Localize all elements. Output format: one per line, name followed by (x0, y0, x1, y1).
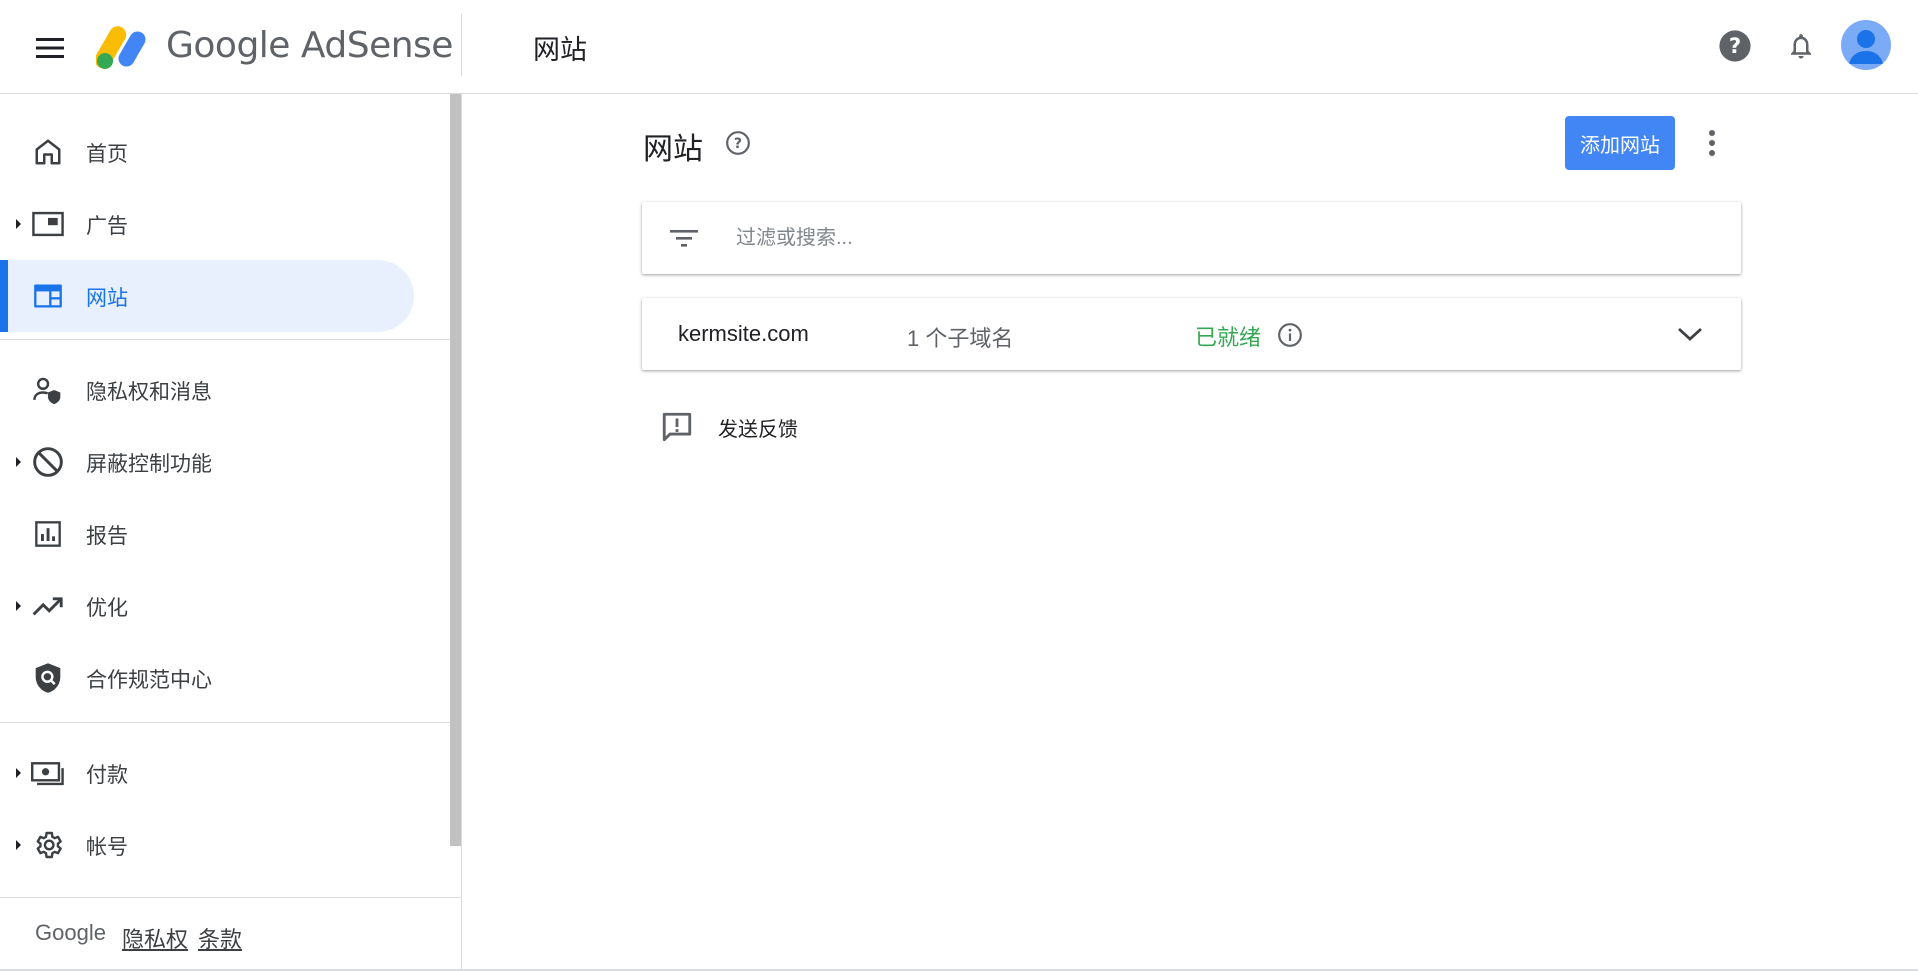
reports-icon (30, 516, 66, 552)
sidebar-item-ads[interactable]: 广告 (0, 188, 414, 260)
sidebar-item-label: 合作规范中心 (86, 669, 212, 692)
footer-google-logo: Google (35, 920, 106, 945)
sites-icon (30, 278, 66, 314)
svg-text:?: ? (1729, 34, 1741, 59)
sidebar-item-payments[interactable]: 付款 (0, 737, 414, 809)
site-domain: kermsite.com (678, 321, 809, 346)
sidebar-scrollbar[interactable] (450, 94, 461, 846)
bell-icon[interactable] (1779, 24, 1823, 68)
help-outline-icon[interactable]: ? (725, 130, 751, 156)
nav-divider (0, 722, 450, 723)
expand-caret-icon (16, 601, 21, 611)
nav-divider (0, 339, 450, 340)
expand-caret-icon (16, 840, 21, 850)
info-icon[interactable] (1277, 322, 1303, 348)
chevron-down-icon[interactable] (1672, 316, 1708, 352)
sidebar-item-label: 报告 (86, 525, 128, 548)
policy-shield-icon (30, 660, 66, 696)
expand-caret-icon (16, 768, 21, 778)
sidebar-item-policy-center[interactable]: 合作规范中心 (0, 642, 414, 714)
sidebar-item-label: 付款 (86, 764, 128, 787)
site-status: 已就绪 (1195, 325, 1262, 350)
sidebar-item-label: 屏蔽控制功能 (86, 453, 212, 476)
footer-privacy-link[interactable]: 隐私权 (122, 922, 188, 954)
header-divider (461, 14, 462, 76)
page-title: 网站 (643, 133, 703, 166)
help-icon[interactable]: ? (1713, 24, 1757, 68)
sidebar-item-label: 广告 (86, 215, 128, 238)
trending-up-icon (30, 588, 66, 624)
send-feedback-button[interactable]: 发送反馈 (660, 408, 798, 446)
settings-icon (30, 827, 66, 863)
top-app-bar: Google AdSense 网站 ? (0, 0, 1918, 94)
privacy-icon (30, 372, 66, 408)
header-page-title: 网站 (533, 35, 587, 65)
footer-terms-link[interactable]: 条款 (198, 922, 242, 954)
send-feedback-label: 发送反馈 (718, 418, 798, 441)
site-row[interactable]: kermsite.com 1 个子域名 已就绪 (642, 298, 1741, 370)
sidebar-item-label: 帐号 (86, 836, 128, 859)
payments-icon (30, 755, 66, 791)
ads-icon (30, 206, 66, 242)
add-site-button[interactable]: 添加网站 (1565, 116, 1675, 170)
filter-bar (642, 202, 1741, 274)
sidebar-item-optimization[interactable]: 优化 (0, 570, 414, 642)
expand-caret-icon (16, 457, 21, 467)
more-vert-icon[interactable] (1697, 124, 1727, 162)
site-subdomain-count: 1 个子域名 (907, 326, 1014, 351)
brand-text: Google AdSense (166, 24, 453, 66)
sidebar-item-sites[interactable]: 网站 (0, 260, 414, 332)
filter-icon (668, 224, 700, 252)
menu-icon[interactable] (32, 30, 68, 66)
adsense-logo-mark (96, 26, 146, 69)
sidebar-item-label: 隐私权和消息 (86, 381, 212, 404)
home-icon (30, 134, 66, 170)
block-icon (30, 444, 66, 480)
sidebar-item-label: 首页 (86, 143, 128, 166)
filter-search-input[interactable] (736, 220, 1636, 256)
adsense-logo[interactable]: Google AdSense (96, 20, 453, 70)
svg-text:?: ? (734, 136, 742, 152)
sidebar-item-home[interactable]: 首页 (0, 116, 414, 188)
account-avatar[interactable] (1841, 20, 1891, 70)
sidebar-item-account[interactable]: 帐号 (0, 809, 414, 881)
expand-caret-icon (16, 219, 21, 229)
sidebar-item-reports[interactable]: 报告 (0, 498, 414, 570)
nav-divider (0, 897, 462, 898)
sidebar-item-blocking[interactable]: 屏蔽控制功能 (0, 426, 414, 498)
feedback-icon (660, 410, 694, 444)
sidebar-nav: 首页 广告 网站 隐私权和消息 屏蔽控制功能 报告 优化 合作规范中心 付款 帐… (0, 94, 462, 971)
sidebar-item-label: 网站 (86, 287, 128, 310)
sidebar-item-privacy[interactable]: 隐私权和消息 (0, 354, 414, 426)
sidebar-item-label: 优化 (86, 597, 128, 620)
